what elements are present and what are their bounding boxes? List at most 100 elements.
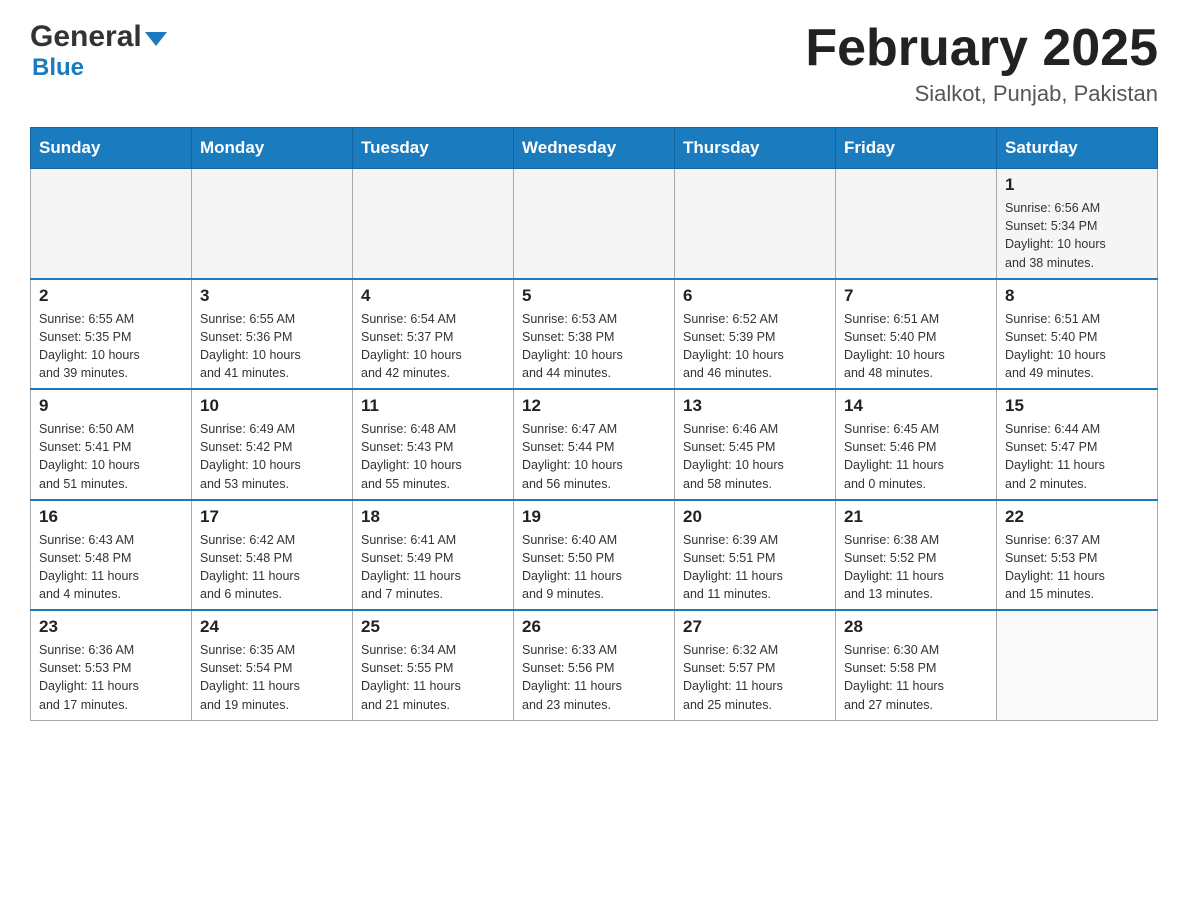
week-row-5: 23 Sunrise: 6:36 AM Sunset: 5:53 PM Dayli…: [31, 610, 1158, 720]
calendar-cell: 21 Sunrise: 6:38 AM Sunset: 5:52 PM Dayli…: [836, 500, 997, 611]
calendar-cell: 10Sunrise: 6:49 AM Sunset: 5:42 PM Dayli…: [192, 389, 353, 500]
day-number: 5: [522, 286, 666, 306]
page-header: General Blue February 2025 Sialkot, Punj…: [30, 20, 1158, 107]
day-info: Sunrise: 6:43 AM Sunset: 5:48 PM Dayligh…: [39, 531, 183, 604]
day-number: 10: [200, 396, 344, 416]
day-number: 22: [1005, 507, 1149, 527]
day-number: 9: [39, 396, 183, 416]
day-number: 14: [844, 396, 988, 416]
day-number: 11: [361, 396, 505, 416]
day-info: Sunrise: 6:47 AM Sunset: 5:44 PM Dayligh…: [522, 420, 666, 493]
day-number: 20: [683, 507, 827, 527]
calendar-cell: 1 Sunrise: 6:56 AM Sunset: 5:34 PM Daylig…: [997, 169, 1158, 279]
calendar-subtitle: Sialkot, Punjab, Pakistan: [805, 81, 1158, 107]
day-info: Sunrise: 6:40 AM Sunset: 5:50 PM Dayligh…: [522, 531, 666, 604]
calendar-cell: [31, 169, 192, 279]
day-number: 7: [844, 286, 988, 306]
logo: General Blue: [30, 20, 167, 82]
calendar-cell: 27Sunrise: 6:32 AM Sunset: 5:57 PM Dayli…: [675, 610, 836, 720]
day-info: Sunrise: 6:42 AM Sunset: 5:48 PM Dayligh…: [200, 531, 344, 604]
day-number: 15: [1005, 396, 1149, 416]
calendar-cell: 28 Sunrise: 6:30 AM Sunset: 5:58 PM Dayli…: [836, 610, 997, 720]
day-info: Sunrise: 6:51 AM Sunset: 5:40 PM Dayligh…: [1005, 310, 1149, 383]
header-tuesday: Tuesday: [353, 128, 514, 169]
calendar-cell: [353, 169, 514, 279]
calendar-table: Sunday Monday Tuesday Wednesday Thursday…: [30, 127, 1158, 721]
day-info: Sunrise: 6:38 AM Sunset: 5:52 PM Dayligh…: [844, 531, 988, 604]
day-number: 28: [844, 617, 988, 637]
week-row-1: 1 Sunrise: 6:56 AM Sunset: 5:34 PM Daylig…: [31, 169, 1158, 279]
day-number: 27: [683, 617, 827, 637]
calendar-cell: 14 Sunrise: 6:45 AM Sunset: 5:46 PM Dayli…: [836, 389, 997, 500]
calendar-cell: 9 Sunrise: 6:50 AM Sunset: 5:41 PM Daylig…: [31, 389, 192, 500]
day-info: Sunrise: 6:33 AM Sunset: 5:56 PM Dayligh…: [522, 641, 666, 714]
day-info: Sunrise: 6:55 AM Sunset: 5:36 PM Dayligh…: [200, 310, 344, 383]
day-info: Sunrise: 6:55 AM Sunset: 5:35 PM Dayligh…: [39, 310, 183, 383]
calendar-cell: 15 Sunrise: 6:44 AM Sunset: 5:47 PM Dayli…: [997, 389, 1158, 500]
day-number: 6: [683, 286, 827, 306]
calendar-cell: 2 Sunrise: 6:55 AM Sunset: 5:35 PM Daylig…: [31, 279, 192, 390]
calendar-cell: 6 Sunrise: 6:52 AM Sunset: 5:39 PM Daylig…: [675, 279, 836, 390]
day-info: Sunrise: 6:44 AM Sunset: 5:47 PM Dayligh…: [1005, 420, 1149, 493]
header-friday: Friday: [836, 128, 997, 169]
calendar-cell: [192, 169, 353, 279]
calendar-cell: 11 Sunrise: 6:48 AM Sunset: 5:43 PM Dayli…: [353, 389, 514, 500]
calendar-cell: 20 Sunrise: 6:39 AM Sunset: 5:51 PM Dayli…: [675, 500, 836, 611]
calendar-cell: 8 Sunrise: 6:51 AM Sunset: 5:40 PM Daylig…: [997, 279, 1158, 390]
logo-blue-text: Blue: [32, 54, 84, 82]
day-info: Sunrise: 6:36 AM Sunset: 5:53 PM Dayligh…: [39, 641, 183, 714]
day-info: Sunrise: 6:46 AM Sunset: 5:45 PM Dayligh…: [683, 420, 827, 493]
day-info: Sunrise: 6:56 AM Sunset: 5:34 PM Dayligh…: [1005, 199, 1149, 272]
calendar-cell: [675, 169, 836, 279]
calendar-cell: 12Sunrise: 6:47 AM Sunset: 5:44 PM Dayli…: [514, 389, 675, 500]
day-number: 17: [200, 507, 344, 527]
calendar-cell: 16 Sunrise: 6:43 AM Sunset: 5:48 PM Dayli…: [31, 500, 192, 611]
day-info: Sunrise: 6:53 AM Sunset: 5:38 PM Dayligh…: [522, 310, 666, 383]
day-info: Sunrise: 6:48 AM Sunset: 5:43 PM Dayligh…: [361, 420, 505, 493]
calendar-cell: 4Sunrise: 6:54 AM Sunset: 5:37 PM Daylig…: [353, 279, 514, 390]
calendar-cell: 22 Sunrise: 6:37 AM Sunset: 5:53 PM Dayli…: [997, 500, 1158, 611]
calendar-cell: [514, 169, 675, 279]
day-info: Sunrise: 6:51 AM Sunset: 5:40 PM Dayligh…: [844, 310, 988, 383]
day-number: 16: [39, 507, 183, 527]
day-number: 8: [1005, 286, 1149, 306]
day-info: Sunrise: 6:45 AM Sunset: 5:46 PM Dayligh…: [844, 420, 988, 493]
calendar-cell: 25Sunrise: 6:34 AM Sunset: 5:55 PM Dayli…: [353, 610, 514, 720]
day-number: 21: [844, 507, 988, 527]
calendar-cell: [836, 169, 997, 279]
header-wednesday: Wednesday: [514, 128, 675, 169]
calendar-cell: 19Sunrise: 6:40 AM Sunset: 5:50 PM Dayli…: [514, 500, 675, 611]
day-number: 24: [200, 617, 344, 637]
day-info: Sunrise: 6:30 AM Sunset: 5:58 PM Dayligh…: [844, 641, 988, 714]
day-info: Sunrise: 6:41 AM Sunset: 5:49 PM Dayligh…: [361, 531, 505, 604]
day-number: 1: [1005, 175, 1149, 195]
day-number: 26: [522, 617, 666, 637]
day-info: Sunrise: 6:35 AM Sunset: 5:54 PM Dayligh…: [200, 641, 344, 714]
day-info: Sunrise: 6:34 AM Sunset: 5:55 PM Dayligh…: [361, 641, 505, 714]
day-number: 3: [200, 286, 344, 306]
day-info: Sunrise: 6:52 AM Sunset: 5:39 PM Dayligh…: [683, 310, 827, 383]
calendar-cell: 5 Sunrise: 6:53 AM Sunset: 5:38 PM Daylig…: [514, 279, 675, 390]
day-number: 4: [361, 286, 505, 306]
logo-general-text: General: [30, 20, 142, 54]
week-row-3: 9 Sunrise: 6:50 AM Sunset: 5:41 PM Daylig…: [31, 389, 1158, 500]
day-number: 13: [683, 396, 827, 416]
logo-arrow-icon: [145, 32, 167, 46]
calendar-title: February 2025: [805, 20, 1158, 77]
day-number: 2: [39, 286, 183, 306]
header-sunday: Sunday: [31, 128, 192, 169]
calendar-cell: 13 Sunrise: 6:46 AM Sunset: 5:45 PM Dayli…: [675, 389, 836, 500]
calendar-cell: 7 Sunrise: 6:51 AM Sunset: 5:40 PM Daylig…: [836, 279, 997, 390]
day-number: 23: [39, 617, 183, 637]
calendar-cell: 24 Sunrise: 6:35 AM Sunset: 5:54 PM Dayli…: [192, 610, 353, 720]
day-number: 18: [361, 507, 505, 527]
day-info: Sunrise: 6:37 AM Sunset: 5:53 PM Dayligh…: [1005, 531, 1149, 604]
day-info: Sunrise: 6:50 AM Sunset: 5:41 PM Dayligh…: [39, 420, 183, 493]
week-row-2: 2 Sunrise: 6:55 AM Sunset: 5:35 PM Daylig…: [31, 279, 1158, 390]
header-thursday: Thursday: [675, 128, 836, 169]
week-row-4: 16 Sunrise: 6:43 AM Sunset: 5:48 PM Dayli…: [31, 500, 1158, 611]
day-info: Sunrise: 6:39 AM Sunset: 5:51 PM Dayligh…: [683, 531, 827, 604]
calendar-cell: 23 Sunrise: 6:36 AM Sunset: 5:53 PM Dayli…: [31, 610, 192, 720]
header-monday: Monday: [192, 128, 353, 169]
calendar-cell: 26 Sunrise: 6:33 AM Sunset: 5:56 PM Dayli…: [514, 610, 675, 720]
